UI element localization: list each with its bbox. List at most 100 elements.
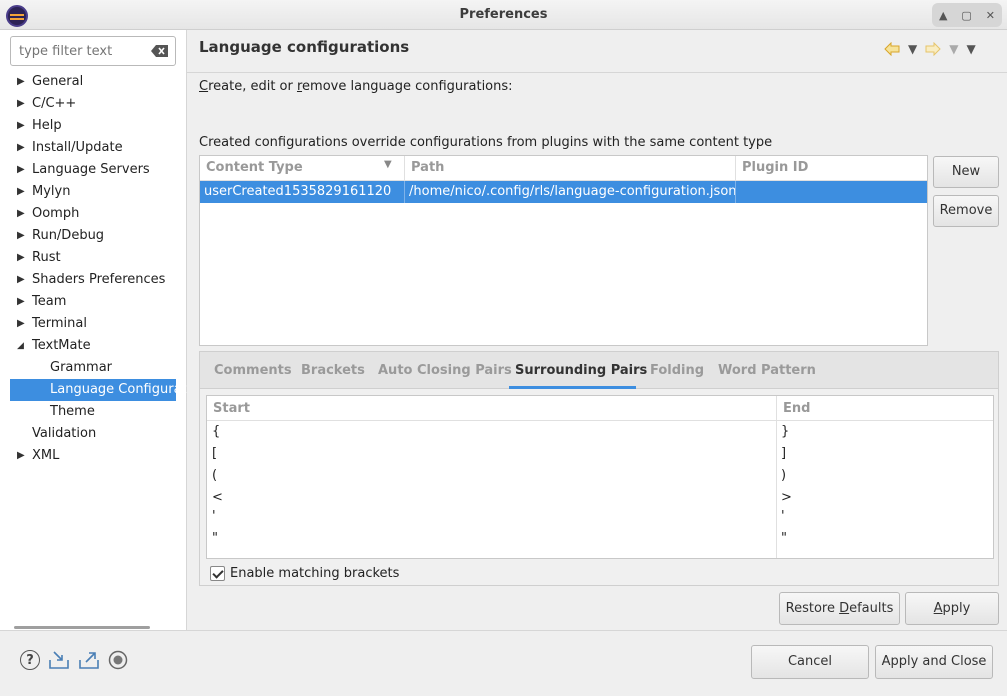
footer-toolbar: ? <box>20 650 128 670</box>
record-icon[interactable] <box>108 650 128 670</box>
tree-item-validation[interactable]: Validation <box>0 423 187 445</box>
tab-strip: Comments Brackets Auto Closing Pairs Sur… <box>200 352 998 389</box>
tab-word-pattern[interactable]: Word Pattern <box>718 363 816 378</box>
table-row[interactable]: ' ' <box>207 506 993 528</box>
tree-item-grammar[interactable]: Grammar <box>0 357 187 379</box>
tree-horizontal-scrollbar[interactable] <box>14 626 150 629</box>
tree-item-help[interactable]: ▶ Help <box>0 115 187 137</box>
expand-arrow-icon[interactable]: ▶ <box>17 203 25 225</box>
expand-arrow-icon[interactable]: ▶ <box>17 181 25 203</box>
column-start[interactable]: Start <box>213 401 250 416</box>
sort-down-icon: ▼ <box>384 159 392 170</box>
expand-arrow-icon[interactable]: ▶ <box>17 137 25 159</box>
expand-arrow-icon[interactable]: ▶ <box>17 93 25 115</box>
configurations-table-header: Content Type ▼ Path Plugin ID <box>200 156 927 181</box>
tree-item-label: Language Configurat <box>50 382 187 397</box>
table-row[interactable]: " " <box>207 528 993 550</box>
tree-item-label: TextMate <box>32 338 91 353</box>
new-button[interactable]: New <box>933 156 999 188</box>
surrounding-pairs-table[interactable]: Start End { } [ ] ( ) < > ' ' " " <box>206 395 994 559</box>
back-arrow-icon[interactable] <box>884 42 900 56</box>
tree-item-run-debug[interactable]: ▶ Run/Debug <box>0 225 187 247</box>
tree-item-label: Help <box>32 118 62 133</box>
import-icon[interactable] <box>48 650 70 670</box>
close-icon[interactable]: ✕ <box>986 9 995 22</box>
tree-item-general[interactable]: ▶ General <box>0 71 187 93</box>
tree-item-team[interactable]: ▶ Team <box>0 291 187 313</box>
back-dropdown-icon[interactable]: ▼ <box>908 42 917 56</box>
expand-arrow-icon[interactable]: ▶ <box>17 159 25 181</box>
cancel-button[interactable]: Cancel <box>751 645 869 679</box>
tree-item-label: C/C++ <box>32 96 77 111</box>
table-row[interactable]: userCreated1535829161120 /home/nico/.con… <box>200 181 927 203</box>
preference-tree: ▶ General ▶ C/C++ ▶ Help ▶ Install/Update ▶ Langu… <box>0 71 187 467</box>
cell-end: ) <box>781 468 787 483</box>
cell-start: [ <box>212 446 218 461</box>
cell-end: ] <box>781 446 787 461</box>
view-menu-icon[interactable]: ▼ <box>966 42 975 56</box>
cell-content-type: userCreated1535829161120 <box>204 184 392 199</box>
column-end[interactable]: End <box>783 401 810 416</box>
tab-brackets[interactable]: Brackets <box>301 363 365 378</box>
table-row[interactable]: [ ] <box>207 443 993 465</box>
column-content-type[interactable]: Content Type <box>206 160 303 175</box>
tab-comments[interactable]: Comments <box>214 363 292 378</box>
expand-arrow-icon[interactable]: ▶ <box>17 225 25 247</box>
remove-button[interactable]: Remove <box>933 195 999 227</box>
forward-arrow-icon[interactable] <box>925 42 941 56</box>
expand-arrow-icon[interactable]: ▶ <box>17 291 25 313</box>
tree-item-mylyn[interactable]: ▶ Mylyn <box>0 181 187 203</box>
enable-matching-brackets-checkbox[interactable] <box>210 565 225 581</box>
tree-item-label: Shaders Preferences <box>32 272 166 287</box>
tab-auto-closing-pairs[interactable]: Auto Closing Pairs <box>378 363 512 378</box>
cell-start: " <box>212 531 218 546</box>
expand-arrow-icon[interactable]: ▶ <box>17 247 25 269</box>
tree-item-c-c[interactable]: ▶ C/C++ <box>0 93 187 115</box>
expand-arrow-icon[interactable]: ▶ <box>17 313 25 335</box>
table-row[interactable]: ( ) <box>207 465 993 487</box>
enable-matching-brackets[interactable]: Enable matching brackets <box>210 564 399 582</box>
cell-start: < <box>212 490 223 505</box>
filter-input[interactable] <box>17 42 145 60</box>
minimize-icon[interactable]: ▲ <box>939 9 947 22</box>
tree-item-oomph[interactable]: ▶ Oomph <box>0 203 187 225</box>
help-icon[interactable]: ? <box>20 650 40 670</box>
tree-item-xml[interactable]: ▶ XML <box>0 445 187 467</box>
override-note: Created configurations override configur… <box>199 135 773 150</box>
tab-folding[interactable]: Folding <box>650 363 704 378</box>
tree-item-label: Language Servers <box>32 162 150 177</box>
apply-and-close-button[interactable]: Apply and Close <box>875 645 993 679</box>
page-description: Create, edit or remove language configur… <box>199 79 513 94</box>
tree-item-label: Oomph <box>32 206 80 221</box>
tree-item-label: General <box>32 74 84 89</box>
cell-start: ( <box>212 468 218 483</box>
apply-button[interactable]: Apply <box>905 592 999 625</box>
export-icon[interactable] <box>78 650 100 670</box>
configurations-table[interactable]: Content Type ▼ Path Plugin ID userCreate… <box>199 155 928 346</box>
tree-item-textmate[interactable]: ◢ TextMate <box>0 335 187 357</box>
tree-item-theme[interactable]: Theme <box>0 401 187 423</box>
tab-surrounding-pairs[interactable]: Surrounding Pairs <box>515 363 647 378</box>
column-plugin-id[interactable]: Plugin ID <box>742 160 808 175</box>
enable-matching-brackets-label: Enable matching brackets <box>230 565 400 581</box>
tree-item-terminal[interactable]: ▶ Terminal <box>0 313 187 335</box>
expand-arrow-icon[interactable]: ▶ <box>17 269 25 291</box>
expand-arrow-icon[interactable]: ▶ <box>17 445 25 467</box>
restore-defaults-button[interactable]: Restore Defaults <box>779 592 900 625</box>
clear-filter-icon[interactable] <box>151 45 168 57</box>
tree-item-install-update[interactable]: ▶ Install/Update <box>0 137 187 159</box>
expand-arrow-icon[interactable]: ▶ <box>17 71 25 93</box>
table-row[interactable]: { } <box>207 421 993 443</box>
maximize-icon[interactable]: ▢ <box>961 9 971 22</box>
forward-dropdown-icon[interactable]: ▼ <box>949 42 958 56</box>
column-path[interactable]: Path <box>411 160 444 175</box>
tree-item-shaders-preferences[interactable]: ▶ Shaders Preferences <box>0 269 187 291</box>
page-title: Language configurations <box>199 38 410 56</box>
collapse-arrow-icon[interactable]: ◢ <box>17 335 24 357</box>
header-separator <box>187 72 1007 73</box>
tree-item-language-servers[interactable]: ▶ Language Servers <box>0 159 187 181</box>
tree-item-rust[interactable]: ▶ Rust <box>0 247 187 269</box>
tree-item-language-configurat[interactable]: Language Configurat <box>10 379 187 401</box>
tree-item-label: Theme <box>50 404 95 419</box>
expand-arrow-icon[interactable]: ▶ <box>17 115 25 137</box>
